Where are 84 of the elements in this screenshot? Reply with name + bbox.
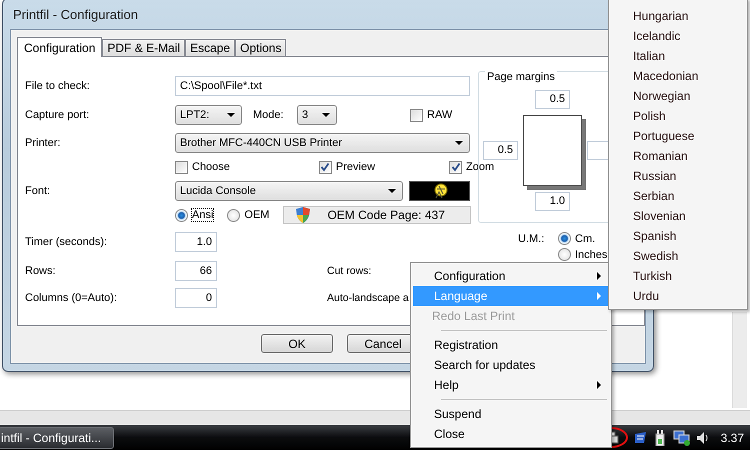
- menu-item[interactable]: Portuguese: [611, 126, 745, 146]
- field-label: Printer:: [25, 137, 62, 149]
- input-field[interactable]: 0: [175, 288, 217, 308]
- group-title: Page margins: [485, 71, 557, 83]
- field-label: Columns (0=Auto):: [25, 292, 118, 304]
- radio-button[interactable]: [227, 208, 240, 222]
- check-icon: [450, 162, 461, 172]
- checkbox-label: RAW: [427, 109, 452, 121]
- dropdown[interactable]: 3: [297, 105, 337, 125]
- menu-item[interactable]: Turkish: [611, 266, 745, 286]
- window-title: Printfil - Configuration: [13, 6, 138, 22]
- checkbox[interactable]: [175, 160, 188, 174]
- code-page-button[interactable]: OEM Code Page: 437: [283, 206, 471, 224]
- submenu-arrow-icon: [597, 292, 601, 300]
- checkbox[interactable]: [318, 160, 332, 174]
- dropdown[interactable]: Lucida Console: [175, 181, 403, 201]
- input-field[interactable]: 0.5: [535, 90, 570, 109]
- submenu-arrow-icon: [597, 381, 601, 389]
- dialog-button[interactable]: OK: [261, 334, 333, 353]
- dropdown-arrow-icon: [455, 141, 463, 145]
- scrollbar[interactable]: [732, 312, 747, 408]
- menu-item[interactable]: Hungarian: [611, 6, 745, 26]
- submenu-arrow-icon: [597, 272, 601, 280]
- menu-item[interactable]: Suspend: [413, 404, 609, 424]
- dropdown-arrow-icon: [388, 189, 396, 193]
- field-label: Auto-landscape a: [327, 292, 409, 304]
- menu-item[interactable]: Slovenian: [611, 206, 745, 226]
- menu-item[interactable]: Icelandic: [611, 26, 745, 46]
- field-label: Cut rows:: [327, 265, 372, 277]
- field-label: Capture port:: [25, 109, 90, 121]
- network-icon: [672, 430, 690, 446]
- power-plug-icon: [652, 430, 667, 446]
- radio-label: OEM: [244, 209, 270, 221]
- radio-button[interactable]: [558, 232, 571, 245]
- input-field[interactable]: 66: [175, 261, 217, 281]
- radio-button[interactable]: [175, 208, 188, 222]
- menu-item[interactable]: Swedish: [611, 246, 745, 266]
- field-label: File to check:: [25, 80, 91, 92]
- checkbox-label: Preview: [336, 161, 376, 173]
- tab[interactable]: Configuration: [17, 37, 102, 57]
- dropdown[interactable]: LPT2:: [175, 105, 242, 125]
- menu-item[interactable]: Romanian: [611, 146, 745, 166]
- field-label: Rows:: [25, 265, 57, 277]
- check-icon: [320, 162, 330, 172]
- field-label: Timer (seconds):: [25, 236, 108, 248]
- font-button[interactable]: [409, 181, 470, 201]
- menu-item[interactable]: Polish: [611, 106, 745, 126]
- input-field[interactable]: 1.0: [535, 192, 570, 211]
- menu-item[interactable]: Urdu: [611, 286, 745, 306]
- dropdown[interactable]: Brother MFC-440CN USB Printer: [175, 133, 470, 153]
- menu-item[interactable]: Italian: [611, 46, 745, 66]
- menu-item[interactable]: Help: [413, 375, 609, 395]
- speaker-icon: [696, 430, 709, 444]
- field-label: Font:: [25, 185, 52, 197]
- input-field[interactable]: 0.5: [483, 141, 518, 160]
- radio-label: Cm.: [575, 232, 596, 244]
- checkbox-label: Zoom: [466, 161, 494, 173]
- input-field[interactable]: 1.0: [175, 232, 217, 252]
- menu-item[interactable]: Search for updates: [413, 355, 609, 375]
- menu-item[interactable]: Norwegian: [611, 86, 745, 106]
- input-field[interactable]: C:\Spool\File*.txt: [175, 76, 470, 96]
- palette-icon: [432, 183, 448, 199]
- menu-item[interactable]: Spanish: [611, 226, 745, 246]
- field-label: Mode:: [253, 109, 285, 121]
- tab[interactable]: Options: [235, 39, 286, 56]
- field-label: U.M.:: [518, 232, 546, 244]
- menu-item[interactable]: Configuration: [413, 266, 609, 286]
- shield-icon: [295, 206, 312, 224]
- radio-button[interactable]: [558, 248, 571, 261]
- dropdown-arrow-icon: [322, 113, 330, 117]
- checkbox-label: Choose: [192, 161, 230, 173]
- menu-item[interactable]: Russian: [611, 166, 745, 186]
- menu-item[interactable]: Macedonian: [611, 66, 745, 86]
- menu-item[interactable]: Serbian: [611, 186, 745, 206]
- clock: 3.37: [720, 430, 744, 444]
- checkbox[interactable]: [449, 160, 462, 174]
- radio-label: Inches: [575, 248, 608, 260]
- dropdown-arrow-icon: [227, 113, 235, 117]
- menu-item[interactable]: Close: [413, 424, 609, 444]
- radio-label: Ansi: [192, 209, 214, 221]
- taskbar-button[interactable]: intfil - Configurati...: [0, 426, 114, 448]
- tab[interactable]: Escape: [185, 39, 236, 56]
- tab[interactable]: PDF & E-Mail: [102, 39, 186, 56]
- checkbox[interactable]: [410, 108, 423, 122]
